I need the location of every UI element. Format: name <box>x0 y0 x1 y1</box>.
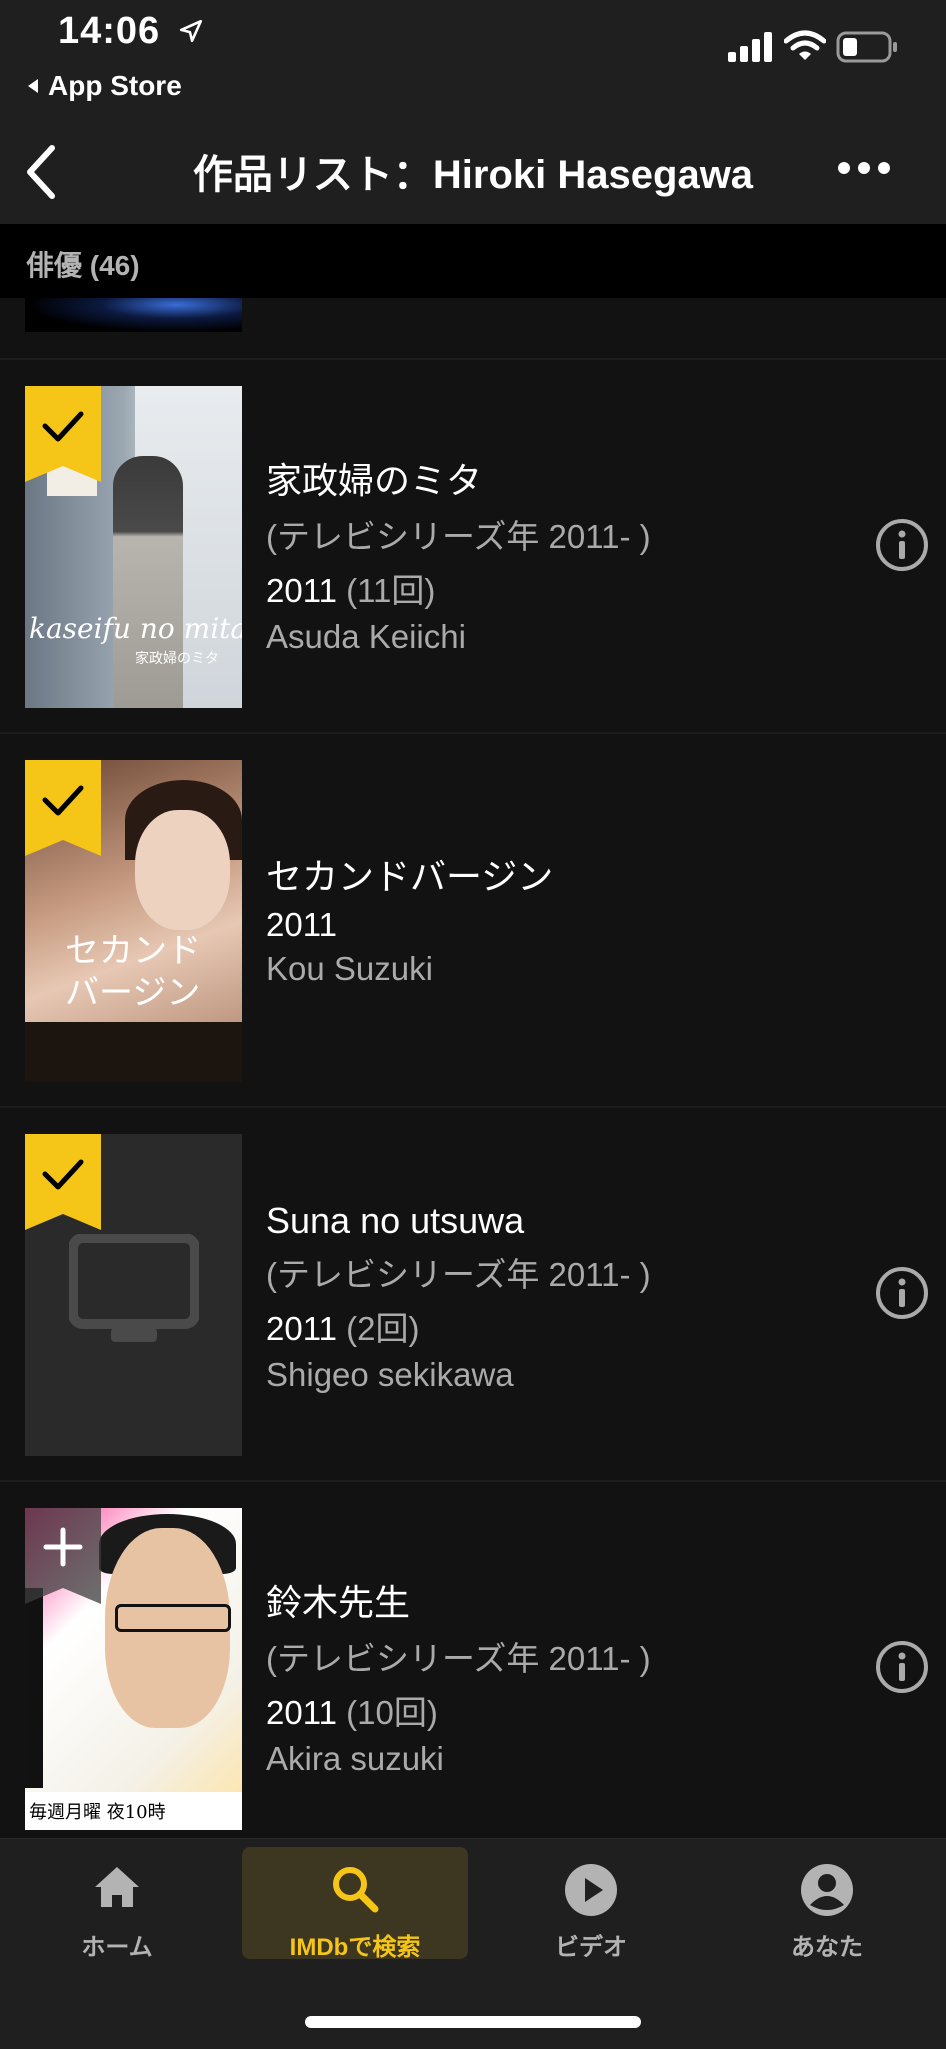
page-title: 作品リスト：Hiroki Hasegawa <box>192 153 754 197</box>
tab-video[interactable]: ビデオ <box>478 1839 704 1961</box>
tab-label: あなた <box>791 1934 863 1961</box>
location-arrow-icon <box>179 19 203 43</box>
item-title: セカンドバージン <box>266 856 554 897</box>
clock: 14:06 <box>58 10 161 52</box>
item-year: 2011 <box>266 906 337 943</box>
more-options-icon[interactable] <box>836 158 892 178</box>
tab-home[interactable]: ホーム <box>4 1839 230 1961</box>
item-year: 2011 <box>266 1694 337 1731</box>
back-to-app-store[interactable]: App Store <box>26 70 182 102</box>
list-item[interactable]: セカンドバージン セカンドバージン 2011 Kou Suzuki <box>0 734 946 1106</box>
section-header: 俳優 (46) <box>0 224 946 298</box>
item-episodes: (10回) <box>346 1694 438 1731</box>
item-character: Asuda Keiichi <box>266 618 466 655</box>
item-year: 2011 <box>266 572 337 609</box>
info-icon[interactable] <box>875 1640 929 1694</box>
tab-search[interactable]: IMDbで検索 <box>242 1847 468 1961</box>
poster-text: kaseifu no mita <box>29 612 242 645</box>
item-year-line: 2011 (11回) <box>266 564 651 612</box>
battery-icon <box>836 31 897 63</box>
item-texts: Suna no utsuwa (テレビシリーズ年 2011- ) 2011 (2… <box>266 1200 651 1394</box>
back-triangle-icon <box>28 79 38 93</box>
item-title: 家政婦のミタ <box>266 460 483 501</box>
poster-text-jp: 家政婦のミタ <box>135 650 219 666</box>
poster-image[interactable]: セカンドバージン <box>25 760 242 1082</box>
home-indicator[interactable] <box>305 2016 641 2028</box>
watchlist-check-ribbon[interactable] <box>25 760 101 856</box>
item-character: Akira suzuki <box>266 1740 444 1777</box>
item-character: Kou Suzuki <box>266 950 433 987</box>
poster-detail <box>25 1022 242 1082</box>
section-label: 俳優 (46) <box>26 250 140 281</box>
back-app-label: App Store <box>48 70 182 101</box>
person-icon <box>801 1864 853 1916</box>
item-episodes: (2回) <box>346 1310 420 1347</box>
item-subtitle: (テレビシリーズ年 2011- ) <box>266 1640 651 1677</box>
wifi-icon <box>784 30 826 60</box>
item-title: 鈴木先生 <box>266 1582 411 1623</box>
poster-text: 毎週月曜 夜10時 <box>29 1802 166 1823</box>
tab-label: IMDbで検索 <box>289 1934 421 1961</box>
cellular-signal-icon <box>728 32 772 62</box>
status-bar: 14:06 App Store <box>0 0 946 118</box>
info-icon[interactable] <box>875 1266 929 1320</box>
list-item[interactable]: kaseifu no mita 家政婦のミタ 家政婦のミタ (テレビシリーズ年 … <box>0 360 946 732</box>
home-icon <box>95 1867 139 1907</box>
play-icon <box>565 1864 617 1916</box>
item-title: Suna no utsuwa <box>266 1200 525 1241</box>
item-texts: 鈴木先生 (テレビシリーズ年 2011- ) 2011 (10回) Akira … <box>266 1574 651 1778</box>
poster-detail <box>25 1588 43 1788</box>
poster-detail <box>115 1604 231 1632</box>
poster-image[interactable] <box>25 1134 242 1456</box>
tab-you[interactable]: あなた <box>714 1839 940 1961</box>
watchlist-check-ribbon[interactable] <box>25 386 101 482</box>
watchlist-add-ribbon[interactable] <box>25 1508 101 1604</box>
info-icon[interactable] <box>875 518 929 572</box>
tv-placeholder-icon <box>69 1234 199 1342</box>
list-item[interactable]: 毎週月曜 夜10時 鈴木先生 (テレビシリーズ年 2011- ) 2011 (1… <box>0 1482 946 1854</box>
partial-poster[interactable] <box>25 298 242 332</box>
poster-text: セカンドバージン <box>65 931 201 1013</box>
watchlist-check-ribbon[interactable] <box>25 1134 101 1230</box>
poster-image[interactable]: kaseifu no mita 家政婦のミタ <box>25 386 242 708</box>
item-subtitle: (テレビシリーズ年 2011- ) <box>266 518 651 555</box>
poster-detail <box>135 810 230 930</box>
item-episodes: (11回) <box>346 572 436 609</box>
item-year: 2011 <box>266 1310 337 1347</box>
navigation-bar: 作品リスト：Hiroki Hasegawa <box>0 118 946 224</box>
item-subtitle: (テレビシリーズ年 2011- ) <box>266 1256 651 1293</box>
tab-label: ビデオ <box>555 1934 627 1961</box>
item-year-line: 2011 (2回) <box>266 1302 651 1350</box>
item-year-line: 2011 (10回) <box>266 1686 651 1734</box>
poster-detail <box>113 456 183 708</box>
poster-image[interactable]: 毎週月曜 夜10時 <box>25 1508 242 1830</box>
tab-label: ホーム <box>81 1934 153 1961</box>
item-texts: セカンドバージン 2011 Kou Suzuki <box>266 848 553 988</box>
list-item[interactable]: Suna no utsuwa (テレビシリーズ年 2011- ) 2011 (2… <box>0 1108 946 1480</box>
item-character: Shigeo sekikawa <box>266 1356 514 1393</box>
search-icon <box>333 1867 379 1913</box>
item-texts: 家政婦のミタ (テレビシリーズ年 2011- ) 2011 (11回) Asud… <box>266 452 651 656</box>
